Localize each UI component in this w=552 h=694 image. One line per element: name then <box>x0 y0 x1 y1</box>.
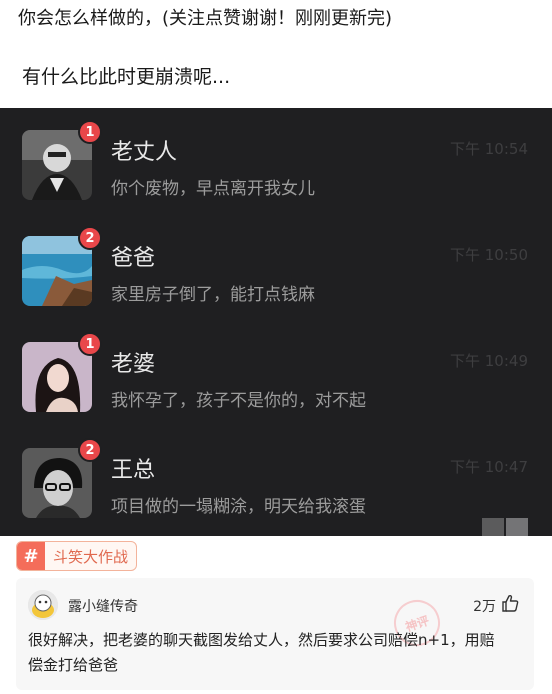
redaction-block <box>482 518 504 536</box>
topic-label: 斗笑大作战 <box>53 547 129 566</box>
contact-name: 老婆 <box>111 352 156 377</box>
chat-row-boss: 2 王总 项目做的一塌糊涂，明天给我滚蛋 下午 10:47 <box>0 438 552 536</box>
commenter-avatar[interactable] <box>28 590 58 620</box>
topic-tag[interactable]: # 斗笑大作战 <box>16 541 138 571</box>
top-comment[interactable]: 露小缝传奇 神评 2万 很好解决，把老婆的聊天截图发给丈人，然后要求公司赔偿n+… <box>16 578 534 690</box>
message-preview: 我怀孕了，孩子不是你的，对不起 <box>111 391 366 411</box>
thumbs-up-icon[interactable] <box>500 593 520 613</box>
chat-row-wife: 1 老婆 我怀孕了，孩子不是你的，对不起 下午 10:49 <box>0 332 552 438</box>
contact-name: 爸爸 <box>111 246 156 271</box>
unread-badge: 2 <box>78 226 102 250</box>
like-count: 2万 <box>473 599 496 615</box>
message-preview: 项目做的一塌糊涂，明天给我滚蛋 <box>111 497 366 517</box>
post-subline: 有什么比此时更崩溃呢... <box>22 66 231 88</box>
message-preview: 家里房子倒了，能打点钱麻 <box>111 285 315 305</box>
commenter-name[interactable]: 露小缝传奇 <box>68 596 138 616</box>
message-time: 下午 10:54 <box>450 140 528 158</box>
chat-row-father-in-law: 1 老丈人 你个废物，早点离开我女儿 下午 10:54 <box>0 120 552 226</box>
contact-name: 王总 <box>111 458 156 483</box>
chat-row-dad: 2 爸爸 家里房子倒了，能打点钱麻 下午 10:50 <box>0 226 552 332</box>
message-time: 下午 10:49 <box>450 352 528 370</box>
post-headline: 你会怎么样做的，(关注点赞谢谢！刚刚更新完) <box>18 8 393 29</box>
message-time: 下午 10:47 <box>450 458 528 476</box>
message-time: 下午 10:50 <box>450 246 528 264</box>
comment-text: 很好解决，把老婆的聊天截图发给丈人，然后要求公司赔偿n+1，用赔偿金打给爸爸 <box>28 631 495 674</box>
unread-badge: 2 <box>78 438 102 462</box>
unread-badge: 1 <box>78 120 102 144</box>
chat-list-screenshot: 1 老丈人 你个废物，早点离开我女儿 下午 10:54 2 爸爸 家里房子倒了，… <box>0 108 552 536</box>
message-preview: 你个废物，早点离开我女儿 <box>111 179 315 199</box>
contact-name: 老丈人 <box>111 140 178 165</box>
unread-badge: 1 <box>78 332 102 356</box>
redaction-block <box>506 518 528 536</box>
hashtag-icon: # <box>17 542 45 570</box>
